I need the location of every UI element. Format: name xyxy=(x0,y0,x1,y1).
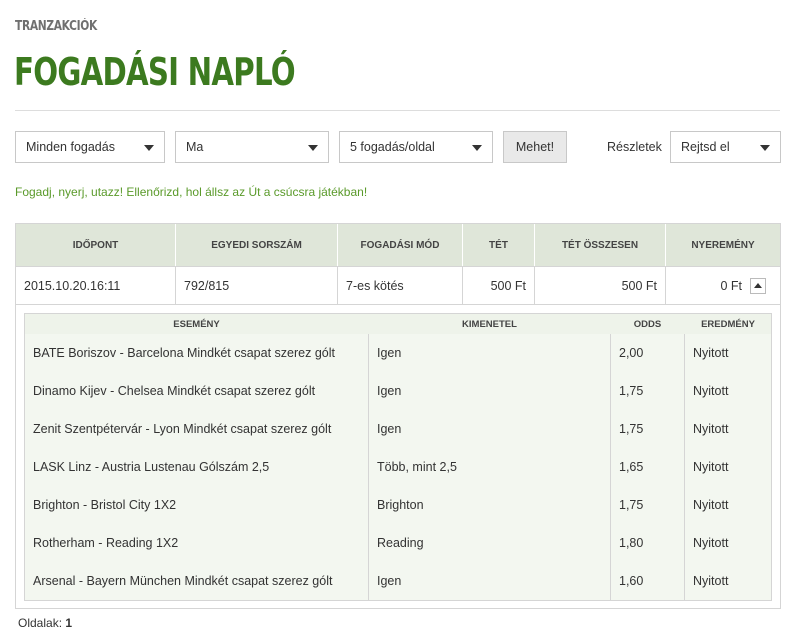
details-select-value: Rejtsd el xyxy=(681,140,730,154)
column-header: TÉT ÖSSZESEN xyxy=(535,224,666,266)
promo-link[interactable]: Fogadj, nyerj, utazz! Ellenőrizd, hol ál… xyxy=(15,185,367,199)
bet-mode: 7-es kötés xyxy=(338,267,463,304)
bet-type-select-value: Minden fogadás xyxy=(26,140,115,154)
event-result: Nyitott xyxy=(693,422,729,436)
event-odds: 1,75 xyxy=(611,372,685,410)
details-table-header: ESEMÉNY KIMENETEL ODDS EREDMÉNY xyxy=(25,314,771,334)
table-row: Dinamo Kijev - Chelsea Mindkét csapat sz… xyxy=(25,372,771,410)
bet-time: 2015.10.20.16:11 xyxy=(16,267,176,304)
bet-serial: 792/815 xyxy=(176,267,338,304)
column-header: EGYEDI SORSZÁM xyxy=(176,224,338,266)
column-header: ESEMÉNY xyxy=(25,314,369,334)
table-row: Arsenal - Bayern München Mindkét csapat … xyxy=(25,562,771,600)
event-name: Dinamo Kijev - Chelsea Mindkét csapat sz… xyxy=(25,372,369,410)
go-button[interactable]: Mehet! xyxy=(503,131,567,163)
bet-type-select[interactable]: Minden fogadás xyxy=(15,131,165,163)
table-row: LASK Linz - Austria Lustenau Gólszám 2,5… xyxy=(25,448,771,486)
event-name: Zenit Szentpétervár - Lyon Mindkét csapa… xyxy=(25,410,369,448)
page-title: FOGADÁSI NAPLÓ xyxy=(14,50,296,94)
bet-winnings: 0 Ft xyxy=(720,278,742,293)
event-name: BATE Boriszov - Barcelona Mindkét csapat… xyxy=(25,334,369,372)
event-outcome: Igen xyxy=(369,372,611,410)
bets-table-header: IDŐPONT EGYEDI SORSZÁM FOGADÁSI MÓD TÉT … xyxy=(16,224,780,266)
event-outcome: Igen xyxy=(369,562,611,600)
event-odds: 1,75 xyxy=(611,410,685,448)
pagination: Oldalak: 1 xyxy=(18,616,72,630)
event-name: Brighton - Bristol City 1X2 xyxy=(25,486,369,524)
event-odds: 2,00 xyxy=(611,334,685,372)
column-header: FOGADÁSI MÓD xyxy=(338,224,463,266)
per-page-select[interactable]: 5 fogadás/oldal xyxy=(339,131,493,163)
event-outcome: Igen xyxy=(369,334,611,372)
event-result: Nyitott xyxy=(693,536,729,550)
date-select[interactable]: Ma xyxy=(175,131,329,163)
table-row: 2015.10.20.16:11 792/815 7-es kötés 500 … xyxy=(16,266,780,304)
event-outcome: Igen xyxy=(369,410,611,448)
event-outcome: Brighton xyxy=(369,486,611,524)
event-name: Arsenal - Bayern München Mindkét csapat … xyxy=(25,562,369,600)
chevron-down-icon xyxy=(144,145,154,151)
column-header: ODDS xyxy=(611,314,685,334)
column-header: KIMENETEL xyxy=(369,314,611,334)
table-row: Rotherham - Reading 1X2 Reading 1,80 Nyi… xyxy=(25,524,771,562)
bet-total-stake: 500 Ft xyxy=(535,267,666,304)
event-name: LASK Linz - Austria Lustenau Gólszám 2,5 xyxy=(25,448,369,486)
event-result: Nyitott xyxy=(693,498,729,512)
chevron-down-icon xyxy=(308,145,318,151)
chevron-down-icon xyxy=(760,145,770,151)
event-result: Nyitott xyxy=(693,346,729,360)
column-header: TÉT xyxy=(463,224,535,266)
title-divider xyxy=(15,110,780,111)
pagination-label: Oldalak: xyxy=(18,616,63,630)
per-page-select-value: 5 fogadás/oldal xyxy=(350,140,435,154)
details-table: ESEMÉNY KIMENETEL ODDS EREDMÉNY BATE Bor… xyxy=(24,313,772,601)
column-header: NYEREMÉNY xyxy=(691,239,755,251)
event-outcome: Több, mint 2,5 xyxy=(369,448,611,486)
event-result: Nyitott xyxy=(693,384,729,398)
bet-winnings-cell: 0 Ft xyxy=(666,267,780,304)
details-select[interactable]: Rejtsd el xyxy=(670,131,781,163)
column-header: IDŐPONT xyxy=(16,224,176,266)
chevron-up-icon xyxy=(754,282,762,288)
pagination-current-page[interactable]: 1 xyxy=(65,616,72,630)
bet-stake: 500 Ft xyxy=(463,267,535,304)
event-odds: 1,60 xyxy=(611,562,685,600)
column-header: EREDMÉNY xyxy=(701,318,755,330)
event-odds: 1,80 xyxy=(611,524,685,562)
event-odds: 1,75 xyxy=(611,486,685,524)
bet-details-panel: ESEMÉNY KIMENETEL ODDS EREDMÉNY BATE Bor… xyxy=(16,304,780,608)
event-outcome: Reading xyxy=(369,524,611,562)
breadcrumb: TRANZAKCIÓK xyxy=(15,19,97,34)
event-result: Nyitott xyxy=(693,460,729,474)
bets-table: IDŐPONT EGYEDI SORSZÁM FOGADÁSI MÓD TÉT … xyxy=(15,223,781,609)
collapse-details-button[interactable] xyxy=(750,277,766,294)
table-row: BATE Boriszov - Barcelona Mindkét csapat… xyxy=(25,334,771,372)
table-row: Zenit Szentpétervár - Lyon Mindkét csapa… xyxy=(25,410,771,448)
date-select-value: Ma xyxy=(186,140,204,154)
chevron-down-icon xyxy=(472,145,482,151)
event-odds: 1,65 xyxy=(611,448,685,486)
event-result: Nyitott xyxy=(693,574,729,588)
details-label: Részletek xyxy=(607,140,662,154)
event-name: Rotherham - Reading 1X2 xyxy=(25,524,369,562)
table-row: Brighton - Bristol City 1X2 Brighton 1,7… xyxy=(25,486,771,524)
